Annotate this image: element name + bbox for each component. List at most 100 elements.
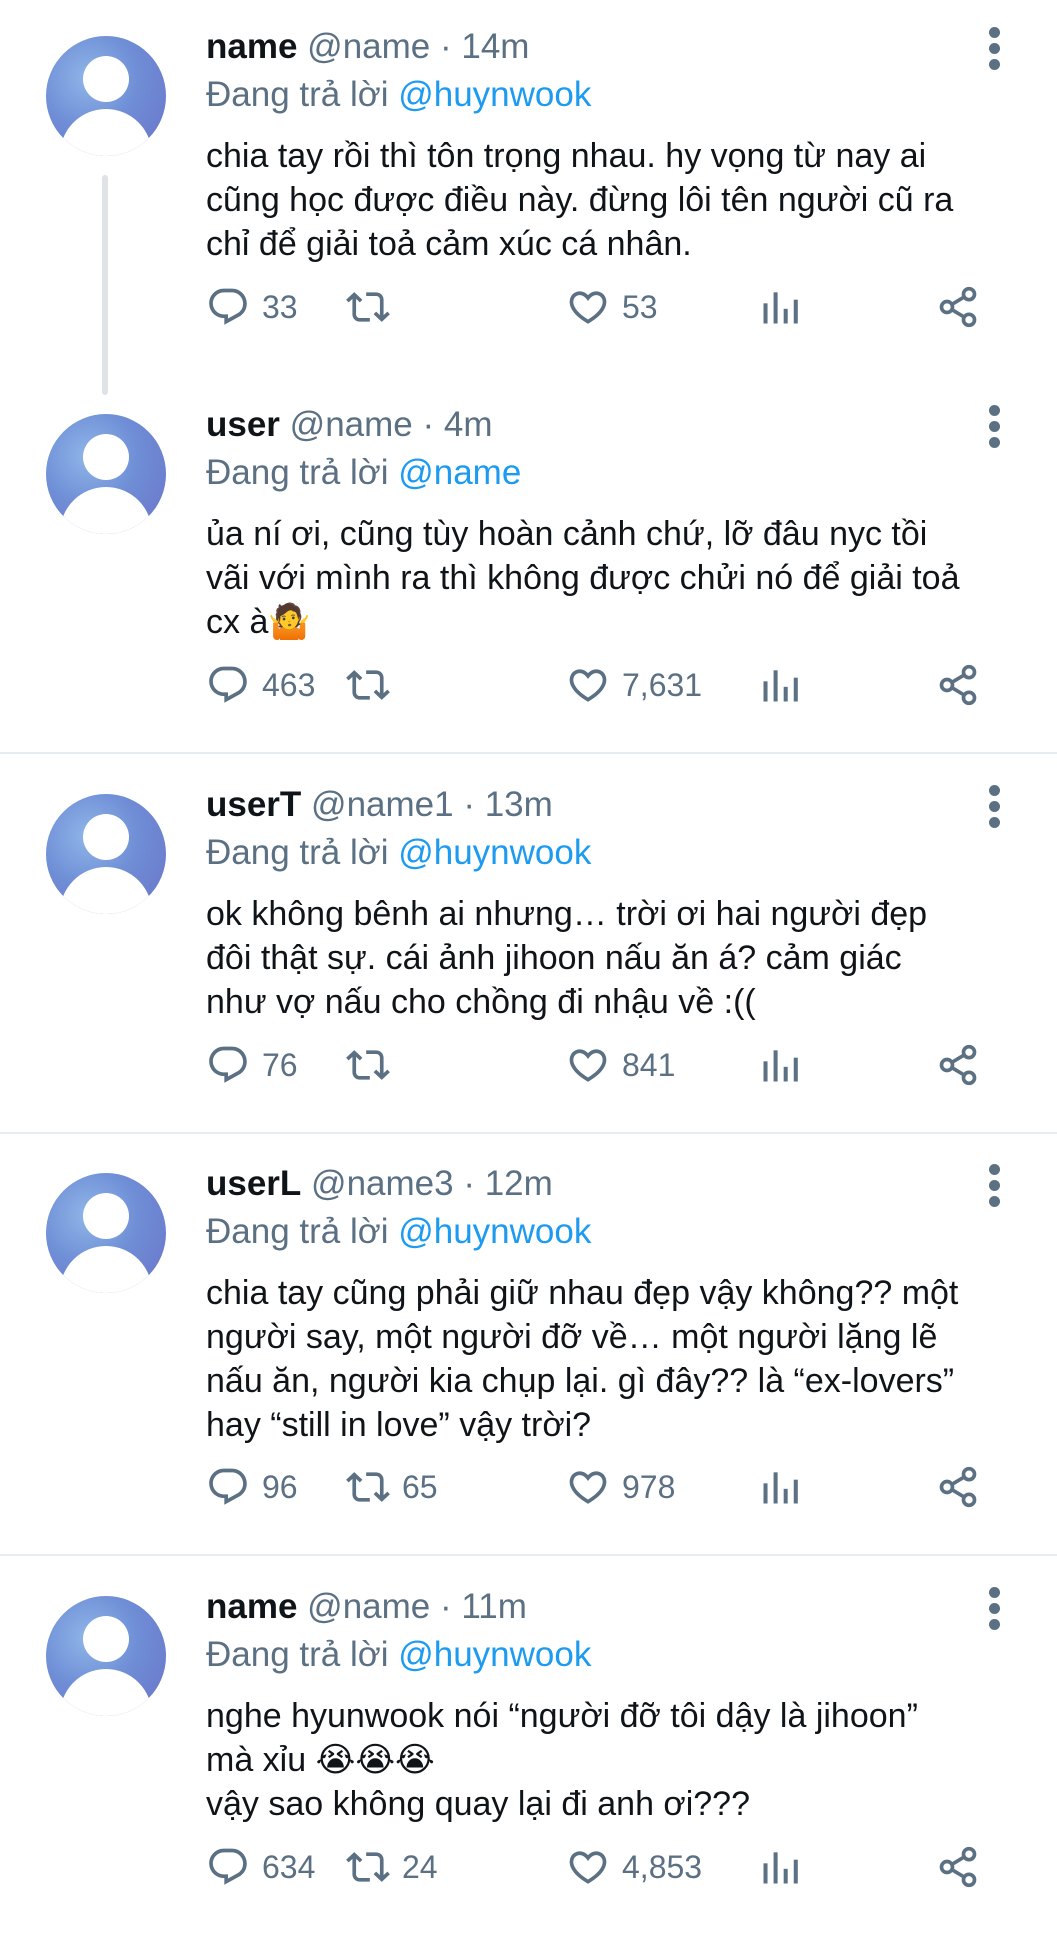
replying-to: Đang trả lời @huynwook [206,73,591,117]
more-vertical-icon[interactable] [984,25,1006,73]
analytics-bars-icon [763,1050,798,1082]
reply-bubble-icon [209,666,247,703]
retweet-icon [346,1050,390,1080]
reply-button[interactable]: 33 [206,282,298,332]
replying-to: Đang trả lời @name [206,451,521,495]
username[interactable]: name [206,1587,297,1626]
tweet-text: ok không bênh ai nhưng… trời ơi hai ngườ… [206,895,928,1021]
views-button[interactable] [758,660,802,710]
handle-and-time[interactable]: @name · 14m [307,27,529,66]
tweet-actions: 33 53 [206,282,1006,332]
tweet-actions: 76 841 [206,1040,1006,1090]
reply-button[interactable]: 634 [206,1842,315,1892]
reply-count: 634 [262,1848,316,1885]
tweet-text: nghe hyunwook nói “người đỡ tôi dậy là j… [206,1697,918,1823]
tweet-header: name @name · 11m [206,1585,527,1629]
share-icon [939,1044,977,1086]
replying-to-label: Đang trả lời [206,453,389,492]
heart-icon [569,1471,607,1504]
share-icon [939,664,977,706]
retweet-button[interactable]: 24 [346,1842,438,1892]
more-vertical-icon[interactable] [984,1162,1006,1210]
avatar[interactable] [46,1596,166,1716]
heart-icon [569,1851,607,1884]
like-button[interactable]: 53 [566,282,658,332]
tweet-text: chia tay rồi thì tôn trọng nhau. hy vọng… [206,137,954,263]
mention-link[interactable]: @huynwook [398,1212,591,1251]
retweet-button[interactable] [346,282,402,332]
like-count: 7,631 [622,666,703,703]
username[interactable]: name [206,27,297,66]
reply-count: 76 [262,1046,298,1083]
retweet-button[interactable]: 65 [346,1462,438,1512]
username[interactable]: user [206,405,280,444]
retweet-icon [346,292,390,322]
like-button[interactable]: 7,631 [566,660,702,710]
views-button[interactable] [758,1040,802,1090]
tweet[interactable]: name @name · 11m Đang trả lời @huynwook … [0,1560,1057,1960]
tweet-header: userT @name1 · 13m [206,783,553,827]
share-icon [939,1846,977,1888]
username[interactable]: userT [206,785,301,824]
handle-and-time[interactable]: @name · 11m [307,1587,527,1626]
replying-to-label: Đang trả lời [206,833,389,872]
share-button[interactable] [936,1462,980,1512]
avatar[interactable] [46,36,166,156]
views-button[interactable] [758,282,802,332]
tweet-divider [0,752,1057,754]
retweet-count: 24 [402,1848,438,1885]
handle-and-time[interactable]: @name1 · 13m [311,785,553,824]
reply-button[interactable]: 76 [206,1040,298,1090]
share-button[interactable] [936,282,980,332]
tweet-text: chia tay cũng phải giữ nhau đẹp vậy khôn… [206,1274,959,1444]
more-vertical-icon[interactable] [984,783,1006,831]
handle-and-time[interactable]: @name · 4m [290,405,493,444]
mention-link[interactable]: @huynwook [398,1635,591,1674]
share-icon [939,1466,977,1508]
like-button[interactable]: 4,853 [566,1842,702,1892]
like-button[interactable]: 978 [566,1462,675,1512]
tweet[interactable]: userL @name3 · 12m Đang trả lời @huynwoo… [0,1137,1057,1537]
mention-link[interactable]: @huynwook [398,833,591,872]
like-count: 841 [622,1046,676,1083]
views-button[interactable] [758,1842,802,1892]
mention-link[interactable]: @huynwook [398,75,591,114]
share-button[interactable] [936,1842,980,1892]
like-count: 53 [622,288,658,325]
tweet-header: userL @name3 · 12m [206,1162,553,1206]
more-vertical-icon[interactable] [984,403,1006,451]
like-button[interactable]: 841 [566,1040,675,1090]
avatar-body-shape [60,487,152,534]
analytics-bars-icon [763,292,798,324]
avatar[interactable] [46,1173,166,1293]
tweet[interactable]: userT @name1 · 13m Đang trả lời @huynwoo… [0,758,1057,1158]
retweet-button[interactable] [346,660,402,710]
views-button[interactable] [758,1462,802,1512]
analytics-bars-icon [763,670,798,702]
reply-bubble-icon [209,288,247,325]
tweet[interactable]: user @name · 4m Đang trả lời @name ủa ní… [0,378,1057,778]
reply-button[interactable]: 463 [206,660,315,710]
replying-to: Đang trả lời @huynwook [206,831,591,875]
reply-bubble-icon [209,1046,247,1083]
retweet-icon [346,1472,390,1502]
replying-to-label: Đang trả lời [206,1212,389,1251]
retweet-button[interactable] [346,1040,402,1090]
username[interactable]: userL [206,1164,301,1203]
avatar[interactable] [46,414,166,534]
avatar[interactable] [46,794,166,914]
share-button[interactable] [936,660,980,710]
replying-to: Đang trả lời @huynwook [206,1633,591,1677]
more-vertical-icon[interactable] [984,1585,1006,1633]
replying-to: Đang trả lời @huynwook [206,1210,591,1254]
reply-bubble-icon [209,1468,247,1505]
reply-bubble-icon [209,1848,247,1885]
tweet[interactable]: name @name · 14m Đang trả lời @huynwook … [0,0,1057,400]
handle-and-time[interactable]: @name3 · 12m [311,1164,553,1203]
mention-link[interactable]: @name [398,453,521,492]
heart-icon [569,1049,607,1082]
replying-to-label: Đang trả lời [206,1635,389,1674]
share-button[interactable] [936,1040,980,1090]
reply-button[interactable]: 96 [206,1462,298,1512]
tweet-text: ủa ní ơi, cũng tùy hoàn cảnh chứ, lỡ đâu… [206,515,960,641]
